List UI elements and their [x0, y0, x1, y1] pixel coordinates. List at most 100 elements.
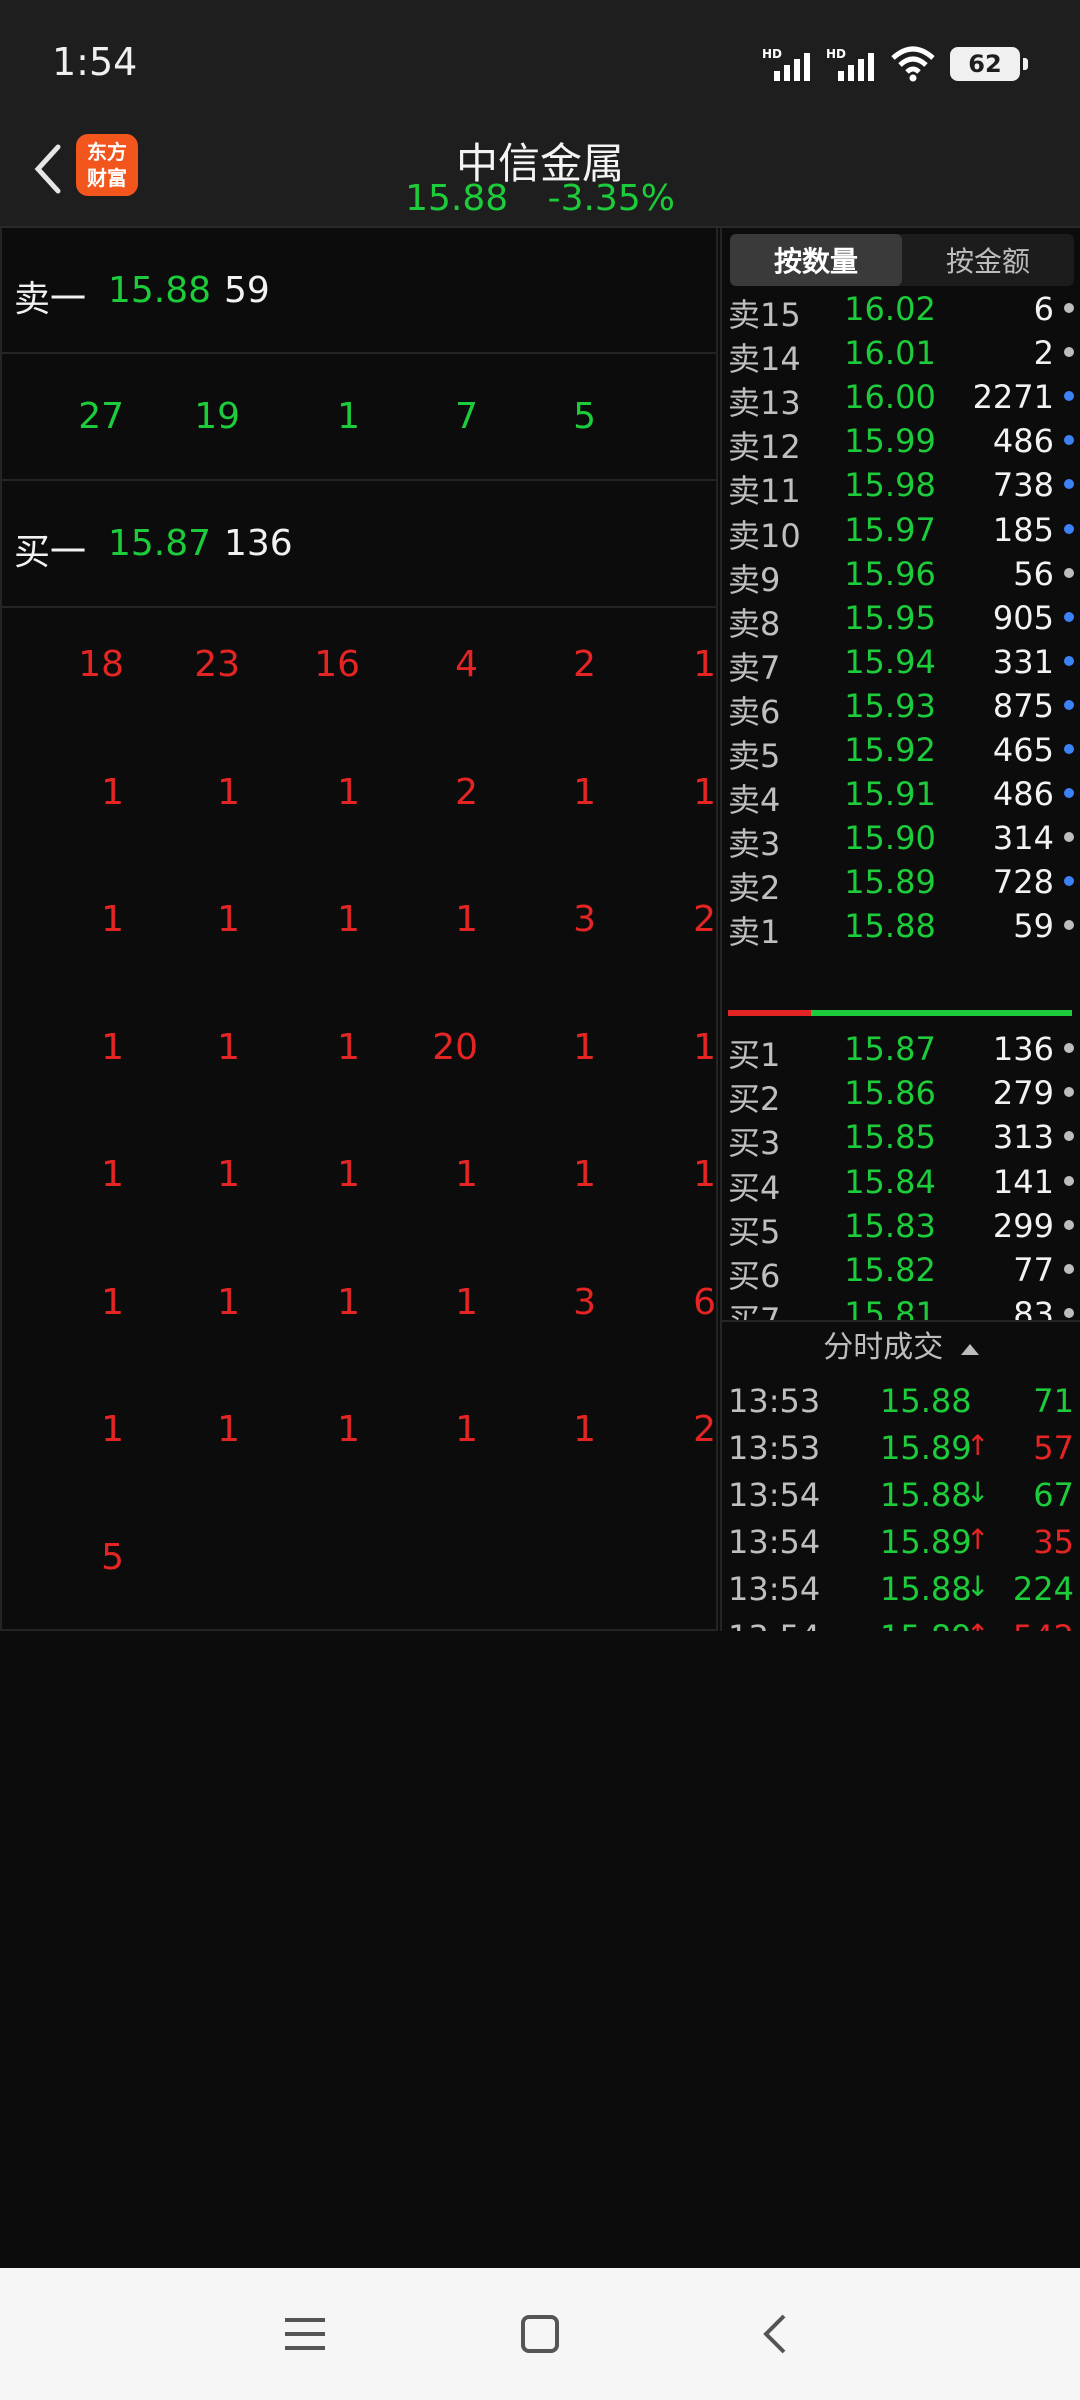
book-price: 15.86	[844, 1074, 936, 1113]
order-dot-icon	[1064, 920, 1074, 931]
ask-row[interactable]: 卖10 15.97 185	[722, 509, 1080, 555]
tick-time: 13:54	[728, 1476, 821, 1515]
ask-row[interactable]: 卖7 15.94 331	[722, 641, 1080, 687]
book-level-label: 买1	[728, 1036, 781, 1074]
ticks-header[interactable]: 分时成交	[722, 1320, 1080, 1372]
buy-order-cell: 2	[693, 899, 716, 940]
bid-row[interactable]: 买6 15.82 77	[722, 1249, 1080, 1295]
ask-row[interactable]: 卖11 15.98 738	[722, 464, 1080, 510]
ask-row[interactable]: 卖5 15.92 465	[722, 729, 1080, 775]
book-price: 15.89	[844, 863, 936, 902]
sell-one-row: 卖一 15.88 59	[2, 228, 718, 354]
ask-row[interactable]: 卖15 16.02 6	[722, 288, 1080, 334]
arrow-down-icon: ↓	[966, 1476, 990, 1510]
tick-volume: 67	[1033, 1476, 1074, 1515]
nav-back-button[interactable]	[745, 2304, 805, 2364]
book-price: 15.99	[844, 422, 936, 461]
system-nav-bar	[0, 2268, 1080, 2400]
menu-button[interactable]	[275, 2304, 335, 2364]
sell-order-cell: 27	[78, 396, 124, 437]
buy-order-cell: 1	[101, 1026, 124, 1068]
tick-price: 15.88	[880, 1382, 972, 1420]
ask-row[interactable]: 卖12 15.99 486	[722, 420, 1080, 466]
order-book[interactable]: 卖15 16.02 6 卖14 16.01 2 卖13 16.00 2271 卖12 15.99 48…	[722, 288, 1080, 1320]
book-level-label: 买6	[728, 1257, 781, 1295]
buy-order-cell: 1	[217, 1409, 240, 1450]
arrow-up-icon: ↑	[966, 1618, 989, 1631]
buy-order-cell: 1	[101, 899, 124, 940]
tick-time: 13:54	[728, 1523, 821, 1562]
buy-order-cell: 1	[455, 899, 478, 940]
tick-price: 15.88	[880, 1476, 972, 1515]
book-price: 15.95	[844, 598, 936, 637]
book-price: 15.93	[844, 686, 936, 725]
order-dot-icon	[1064, 611, 1074, 622]
order-dot-icon	[1064, 655, 1074, 666]
buy-order-cell: 18	[78, 644, 124, 685]
book-qty: 56	[1013, 554, 1054, 593]
ask-row[interactable]: 卖4 15.91 486	[722, 773, 1080, 819]
tick-volume: 71	[1033, 1382, 1074, 1420]
bid-row[interactable]: 买3 15.85 313	[722, 1116, 1080, 1162]
buy-order-cell: 1	[217, 1026, 240, 1068]
stock-quote: 15.88 -3.35%	[0, 178, 1080, 219]
book-level-label: 卖7	[728, 648, 781, 687]
signal-icon: HD	[762, 47, 812, 81]
buy-order-cell: 5	[101, 1536, 124, 1578]
order-dot-icon	[1064, 1175, 1074, 1186]
book-qty: 465	[992, 731, 1054, 769]
order-dot-icon	[1064, 832, 1074, 843]
buy-order-cell: 1	[455, 1154, 478, 1195]
bid-row[interactable]: 买2 15.86 279	[722, 1072, 1080, 1118]
book-price: 15.82	[844, 1251, 936, 1289]
book-level-label: 卖13	[728, 384, 801, 423]
ask-row[interactable]: 卖3 15.90 314	[722, 817, 1080, 863]
buy-order-cell: 1	[573, 1026, 596, 1068]
buy-order-cell: 2	[573, 644, 596, 685]
tick-time: 13:53	[728, 1429, 821, 1468]
book-qty: 136	[992, 1030, 1054, 1068]
book-qty: 83	[1013, 1295, 1054, 1320]
tab-by-quantity[interactable]: 按数量	[730, 234, 902, 286]
book-qty: 141	[992, 1162, 1054, 1201]
buy-order-cell: 1	[455, 1281, 478, 1323]
buy-order-cell: 1	[455, 1409, 478, 1450]
book-qty: 728	[992, 863, 1054, 902]
buy-order-cell: 4	[455, 644, 478, 685]
sell-ratio-segment	[810, 1010, 1072, 1016]
buy-order-cell: 16	[314, 644, 360, 685]
buy-order-cell: 2	[693, 1409, 716, 1450]
ask-row[interactable]: 卖14 16.01 2	[722, 332, 1080, 378]
bid-row[interactable]: 买4 15.84 141	[722, 1161, 1080, 1207]
tick-row: 13:53 15.89 ↑ 57	[722, 1425, 1080, 1472]
home-icon	[521, 2315, 559, 2353]
book-level-label: 卖10	[728, 516, 801, 555]
ask-row[interactable]: 卖1 15.88 59	[722, 905, 1080, 951]
sort-up-icon	[960, 1344, 979, 1355]
book-price: 15.91	[844, 775, 936, 814]
ask-row[interactable]: 卖9 15.96 56	[722, 553, 1080, 599]
buy-order-cell: 6	[693, 1281, 716, 1323]
buy-order-cell: 1	[693, 771, 716, 813]
order-dot-icon	[1064, 567, 1074, 578]
tick-volume: 57	[1033, 1429, 1074, 1468]
ask-row[interactable]: 卖2 15.89 728	[722, 861, 1080, 907]
bid-row[interactable]: 买5 15.83 299	[722, 1205, 1080, 1251]
book-level-label: 卖6	[728, 692, 781, 731]
bid-row[interactable]: 买1 15.87 136	[722, 1028, 1080, 1074]
ask-row[interactable]: 卖8 15.95 905	[722, 597, 1080, 643]
buy-sell-ratio-bar	[728, 1010, 1072, 1016]
book-price: 16.01	[844, 334, 936, 373]
ask-row[interactable]: 卖13 16.00 2271	[722, 376, 1080, 422]
bid-row[interactable]: 买7 15.81 83	[722, 1293, 1080, 1320]
tick-price: 15.88	[880, 1570, 972, 1609]
ask-row[interactable]: 卖6 15.93 875	[722, 685, 1080, 731]
home-button[interactable]	[510, 2304, 570, 2364]
book-price: 15.84	[844, 1162, 936, 1201]
buy-order-cell: 1	[217, 1281, 240, 1323]
buy-one-row: 买一 15.87 136	[2, 481, 718, 608]
buy-order-cell: 1	[693, 1026, 716, 1068]
tab-by-amount[interactable]: 按金额	[902, 234, 1074, 286]
buy-order-cell: 1	[101, 1409, 124, 1450]
tick-row: 13:54 15.88 ↓ 224	[722, 1566, 1080, 1613]
